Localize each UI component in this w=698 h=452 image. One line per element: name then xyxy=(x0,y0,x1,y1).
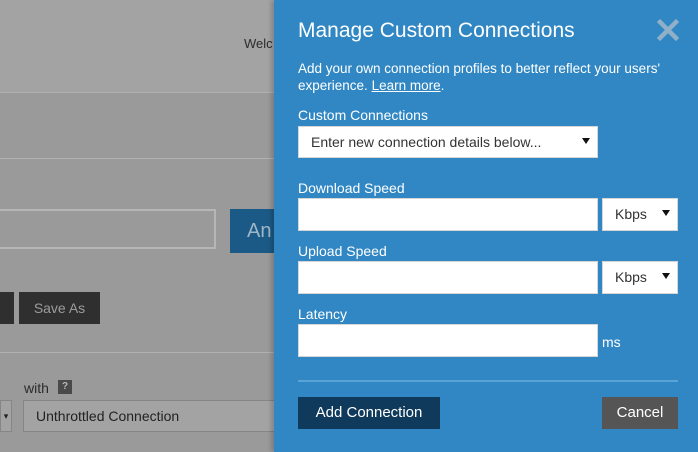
help-badge: ? xyxy=(58,380,72,394)
download-speed-label: Download Speed xyxy=(298,180,405,196)
background-with-label: with xyxy=(24,380,49,396)
background-divider xyxy=(0,352,280,353)
modal-divider xyxy=(298,380,678,382)
background-save-as-button: Save As xyxy=(19,292,100,324)
manage-connections-modal: Manage Custom Connections Add your own c… xyxy=(274,0,698,452)
latency-unit-label: ms xyxy=(602,334,621,350)
background-divider xyxy=(0,158,280,159)
upload-unit-select[interactable]: Kbps xyxy=(602,261,678,294)
custom-connections-select[interactable]: Enter new connection details below... xyxy=(298,126,598,158)
background-dark-button xyxy=(0,292,14,324)
upload-speed-label: Upload Speed xyxy=(298,243,387,259)
background-select-caret: ▾ xyxy=(0,400,12,432)
cancel-button[interactable]: Cancel xyxy=(602,397,678,429)
upload-speed-input[interactable] xyxy=(298,261,598,294)
latency-label: Latency xyxy=(298,306,348,322)
background-divider xyxy=(0,92,280,93)
background-url-input xyxy=(0,209,216,249)
close-icon[interactable] xyxy=(656,18,680,42)
custom-connections-label: Custom Connections xyxy=(298,107,428,123)
add-connection-button[interactable]: Add Connection xyxy=(298,397,440,429)
modal-description: Add your own connection profiles to bett… xyxy=(298,61,661,93)
welcome-text: Welc xyxy=(244,36,273,51)
chevron-down-icon xyxy=(582,138,590,144)
chevron-down-icon xyxy=(662,210,670,216)
chevron-down-icon xyxy=(662,273,670,279)
learn-more-link[interactable]: Learn more xyxy=(372,78,441,93)
modal-title: Manage Custom Connections xyxy=(298,19,575,42)
latency-input[interactable] xyxy=(298,324,598,357)
background-connection-select: Unthrottled Connection xyxy=(23,400,285,432)
download-speed-input[interactable] xyxy=(298,198,598,231)
download-unit-select[interactable]: Kbps xyxy=(602,198,678,231)
